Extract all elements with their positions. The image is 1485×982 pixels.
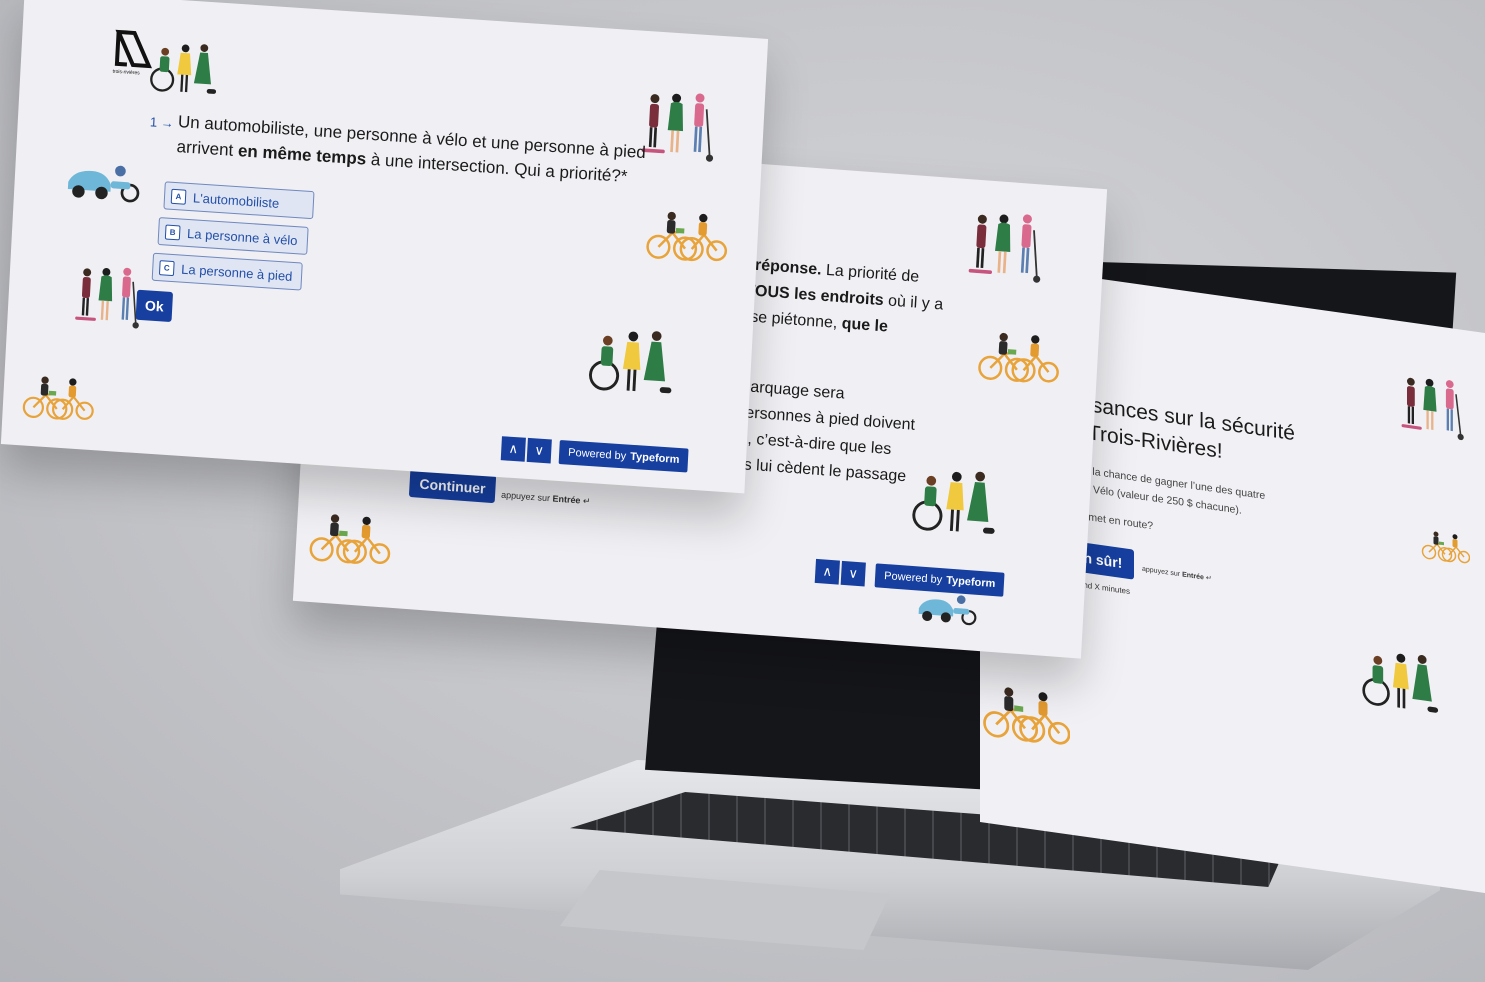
powered-prefix: Powered by bbox=[883, 569, 943, 587]
start-hint: appuyez sur Entrée ↵ bbox=[1142, 565, 1212, 583]
wheelchair-walkers-illustration-right bbox=[584, 326, 677, 400]
cyclists-illustration bbox=[1420, 524, 1470, 571]
walkers-illustration bbox=[962, 209, 1056, 287]
choice-label-a: L'automobiliste bbox=[192, 189, 280, 211]
continue-hint: appuyez sur Entrée ↵ bbox=[501, 490, 591, 508]
chevron-up-icon[interactable]: ∧ bbox=[814, 558, 840, 585]
choice-key-a: A bbox=[170, 188, 187, 205]
choice-b[interactable]: B La personne à vélo bbox=[157, 217, 309, 255]
answer-nav: ∧ ∨ bbox=[814, 558, 866, 587]
powered-by-typeform-badge[interactable]: Powered by Typeform bbox=[558, 440, 689, 473]
answer-line-2-post: où il y a bbox=[883, 292, 944, 314]
choice-label-b: La personne à vélo bbox=[186, 225, 298, 248]
enter-icon: ↵ bbox=[1205, 574, 1212, 583]
choice-a[interactable]: A L'automobiliste bbox=[163, 181, 315, 220]
cyclists-illustration-bottom bbox=[980, 682, 1070, 750]
choice-label-c: La personne à pied bbox=[180, 261, 293, 284]
choice-key-c: C bbox=[158, 259, 175, 276]
cyclists-illustration bbox=[971, 330, 1064, 387]
walkers-illustration bbox=[1400, 371, 1470, 446]
answer-line-3-bold: que le bbox=[841, 315, 889, 336]
chevron-down-icon[interactable]: ∨ bbox=[526, 437, 552, 464]
powered-brand: Typeform bbox=[629, 450, 680, 466]
chevron-up-icon[interactable]: ∧ bbox=[500, 436, 526, 462]
enter-icon: ↵ bbox=[582, 495, 591, 507]
start-hint-key: Entrée bbox=[1182, 571, 1204, 582]
continue-hint-prefix: appuyez sur bbox=[500, 489, 553, 504]
question-card: trois-rivières 1 → Un automobiliste, une… bbox=[0, 0, 769, 494]
wheelchair-walkers-illustration bbox=[1360, 645, 1440, 718]
answer-line-1-rest: La priorité de bbox=[821, 261, 920, 286]
powered-brand: Typeform bbox=[945, 574, 996, 591]
choice-key-b: B bbox=[164, 223, 181, 240]
walkers-illustration bbox=[635, 89, 729, 167]
ok-button[interactable]: Ok bbox=[135, 289, 174, 323]
cyclists-illustration-left bbox=[16, 374, 98, 423]
question-number: 1 → bbox=[149, 114, 175, 131]
cyclists-illustration-left bbox=[305, 512, 393, 568]
powered-prefix: Powered by bbox=[567, 446, 627, 463]
wheelchair-walkers-illustration bbox=[147, 36, 220, 103]
wheelchair-walkers-illustration bbox=[908, 466, 1002, 540]
question-line-2-pre: arrivent bbox=[176, 136, 239, 160]
cyclists-illustration bbox=[639, 209, 731, 265]
question-nav: ∧ ∨ bbox=[500, 436, 552, 464]
continue-hint-key: Entrée bbox=[552, 493, 581, 506]
question-text: Un automobiliste, une personne à vélo et… bbox=[176, 110, 646, 190]
choice-c[interactable]: C La personne à pied bbox=[151, 252, 303, 291]
start-hint-prefix: appuyez sur bbox=[1142, 565, 1183, 579]
chevron-down-icon[interactable]: ∨ bbox=[840, 560, 866, 587]
mockup-scene: onnaissances sur la sécurité ière à Troi… bbox=[0, 0, 1485, 982]
vehicles-illustration bbox=[64, 155, 146, 205]
powered-by-typeform-badge[interactable]: Powered by Typeform bbox=[874, 563, 1005, 597]
